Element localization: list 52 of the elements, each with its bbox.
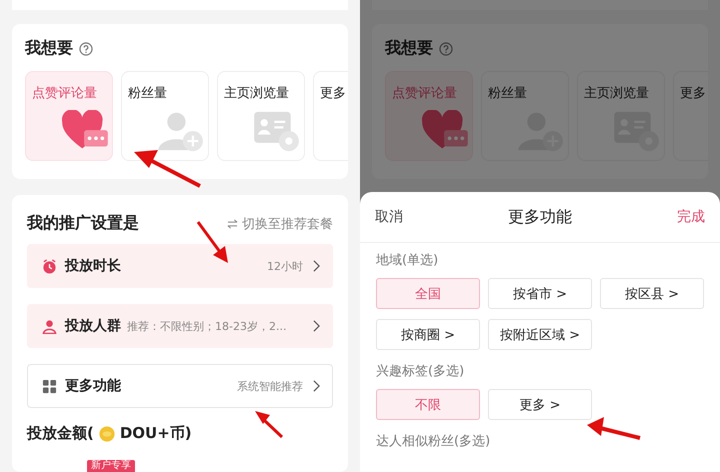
group-title: 达人相似粉丝(多选) <box>376 433 492 450</box>
goal-option[interactable]: 主页浏览量 <box>217 71 305 161</box>
new-user-badge: 新户专享 <box>87 460 135 472</box>
profile-card-icon <box>254 110 300 152</box>
option-button[interactable]: 按附近区域 > <box>488 319 592 350</box>
setting-label: 投放时长 <box>65 257 121 275</box>
setting-value: 12小时 <box>266 258 303 274</box>
option-button[interactable]: 按商圈 > <box>376 319 480 350</box>
setting-row[interactable]: 更多功能 系统智能推荐 <box>27 364 333 408</box>
chevron-right-icon <box>313 320 320 332</box>
grid-icon <box>42 378 57 394</box>
section-title: 我的推广设置是 <box>27 213 139 234</box>
swap-arrows-icon <box>227 218 238 228</box>
option-button[interactable]: 不限 <box>376 389 480 420</box>
goal-option[interactable]: 点赞评论量 <box>25 71 113 161</box>
switch-package-link[interactable]: 切换至推荐套餐 <box>242 214 333 232</box>
option-button[interactable]: 全国 <box>376 278 480 309</box>
section-title: 我想要 <box>385 38 433 59</box>
chevron-right-icon <box>313 260 320 272</box>
section-title: 我想要 <box>25 38 73 59</box>
goal-option[interactable]: 主页浏览量 <box>577 71 665 161</box>
currency-label: DOU+币) <box>120 424 192 443</box>
goal-option[interactable]: 粉丝量 <box>481 71 569 161</box>
goal-option[interactable]: 粉丝量 <box>121 71 209 161</box>
annotation-arrow <box>134 150 201 188</box>
sheet-title: 更多功能 <box>508 206 572 228</box>
setting-value: 系统智能推荐 <box>236 378 303 394</box>
annotation-arrow <box>255 411 284 438</box>
alarm-clock-icon <box>42 258 57 274</box>
cancel-button[interactable]: 取消 <box>375 208 403 226</box>
person-icon <box>42 318 57 334</box>
goal-option[interactable]: 更多 <box>313 71 348 161</box>
done-button[interactable]: 完成 <box>677 208 705 226</box>
coin-icon <box>98 426 115 442</box>
setting-row[interactable]: 投放时长 12小时 <box>27 244 333 288</box>
person-add-icon <box>158 110 204 152</box>
group-title: 地域(单选) <box>376 252 440 269</box>
chevron-right-icon <box>313 380 320 392</box>
group-title: 兴趣标签(多选) <box>376 363 466 380</box>
setting-row[interactable]: 投放人群 推荐：不限性别；18-23岁，2... <box>27 304 333 348</box>
option-button[interactable]: 按区县 > <box>600 278 704 309</box>
annotation-arrow <box>196 221 228 263</box>
option-button[interactable]: 按省市 > <box>488 278 592 309</box>
help-icon[interactable] <box>439 42 453 56</box>
section-title: 投放金额( <box>27 424 94 443</box>
help-icon[interactable] <box>79 42 93 56</box>
annotation-arrow <box>587 417 640 440</box>
option-button[interactable]: 更多 > <box>488 389 592 420</box>
setting-label: 更多功能 <box>65 377 121 395</box>
goal-option[interactable]: 更多 <box>673 71 708 161</box>
setting-label: 投放人群 <box>65 317 121 335</box>
setting-value: 推荐：不限性别；18-23岁，2... <box>127 318 288 334</box>
